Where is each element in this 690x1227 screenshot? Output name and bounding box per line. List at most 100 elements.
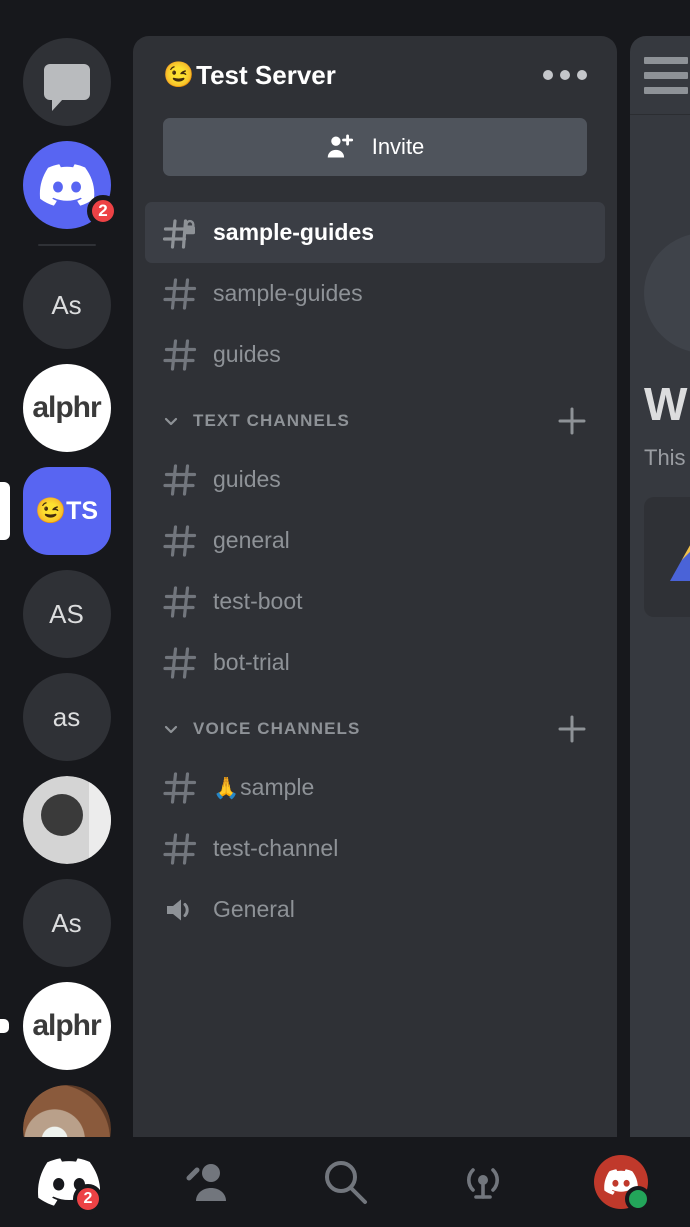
server-initials-label: alphr	[32, 1009, 101, 1042]
channel-item-General[interactable]: General	[145, 879, 605, 940]
speaker-icon	[167, 899, 189, 920]
server-initials-label: As	[51, 907, 82, 938]
hash-icon	[163, 585, 197, 618]
server-rail-item-server-alphr-1[interactable]: alphr	[0, 364, 133, 452]
server-avatar: alphr	[22, 364, 111, 452]
discord-logo-icon	[39, 164, 94, 206]
server-avatar: AS	[22, 570, 111, 658]
channel-item-bot-trial[interactable]: bot-trial	[145, 632, 605, 693]
server-rail-item-server-as-2[interactable]: AS	[0, 570, 133, 658]
nav-home[interactable]: 2	[0, 1137, 138, 1227]
server-initials-label: alphr	[32, 391, 101, 424]
mentions-icon	[467, 1168, 499, 1199]
server-rail-item-server-as-4[interactable]: As	[0, 879, 133, 967]
channel-item-sample[interactable]: 🙏sample	[145, 757, 605, 818]
search-icon	[325, 1161, 367, 1204]
hash-icon	[163, 524, 197, 558]
unread-count-badge: 2	[87, 195, 119, 227]
category-header[interactable]: TEXT CHANNELS	[145, 393, 605, 449]
category-header[interactable]: VOICE CHANNELS	[145, 701, 605, 757]
server-rail-item-server-as-1[interactable]: As	[0, 261, 133, 349]
category-label: TEXT CHANNELS	[193, 411, 350, 430]
chevron-down-icon	[164, 417, 178, 426]
channel-name-label: sample-guides	[213, 280, 363, 306]
channel-name-label: test-channel	[213, 835, 339, 861]
nav-friends[interactable]	[138, 1137, 276, 1227]
speaker-icon	[163, 893, 197, 927]
photo-avatar-icon	[22, 1085, 111, 1137]
app-stage: 2 As alphr 😉 TS AS as As alphr 😉 Test Server	[0, 0, 690, 1137]
channel-name-label: General	[213, 896, 295, 922]
server-rail-item-discord-home[interactable]: 2	[0, 141, 133, 229]
bottom-navigation-bar[interactable]: 2	[0, 1137, 690, 1227]
unread-indicator	[0, 1019, 9, 1033]
peek-body: W This	[630, 115, 690, 617]
add-channel-button[interactable]	[557, 714, 587, 744]
hash-lock-icon	[163, 218, 195, 249]
hash-icon	[163, 277, 197, 311]
hamburger-menu-icon[interactable]	[644, 56, 688, 94]
channel-item-test-channel[interactable]: test-channel	[145, 818, 605, 879]
nav-unread-badge: 2	[73, 1184, 103, 1214]
hash-icon	[163, 832, 197, 865]
invite-section: Invite	[133, 114, 617, 202]
channel-item-general[interactable]: general	[145, 510, 605, 571]
channel-name-label: general	[213, 527, 290, 553]
server-rail-item-server-as-3[interactable]: as	[0, 673, 133, 761]
server-avatar	[22, 38, 111, 126]
server-title: 😉 Test Server	[163, 60, 336, 91]
more-options-button[interactable]	[543, 70, 587, 80]
server-rail-item-server-test-server[interactable]: 😉 TS	[0, 467, 133, 555]
server-emoji-icon: 😉	[163, 60, 195, 89]
nav-search[interactable]	[276, 1137, 414, 1227]
channel-item-sample-guides[interactable]: sample-guides	[145, 202, 605, 263]
category-label: VOICE CHANNELS	[193, 719, 361, 738]
dot-icon	[560, 70, 570, 80]
server-avatar	[22, 1085, 111, 1137]
welcome-heading: W	[644, 378, 688, 430]
channel-name-label: guides	[213, 341, 281, 367]
dot-icon	[577, 70, 587, 80]
channel-name-label: guides	[213, 466, 281, 492]
server-avatar: As	[22, 261, 111, 349]
server-rail-item-server-photo[interactable]	[0, 1085, 133, 1137]
plus-icon	[558, 715, 586, 743]
server-avatar: as	[22, 673, 111, 761]
add-channel-button[interactable]	[557, 406, 587, 436]
hash-icon	[163, 463, 197, 496]
chevron-down-icon	[164, 725, 178, 734]
hash-icon	[163, 646, 197, 679]
channel-name-label: 🙏sample	[213, 774, 315, 800]
server-avatar: alphr	[22, 982, 111, 1070]
channel-content-peek[interactable]: W This	[630, 36, 690, 1137]
server-rail-item-server-alphr-2[interactable]: alphr	[0, 982, 133, 1070]
channel-item-guides[interactable]: guides	[145, 324, 605, 385]
channel-item-test-boot[interactable]: test-boot	[145, 571, 605, 632]
hash-icon	[163, 646, 197, 680]
channel-list[interactable]: sample-guides sample-guides guides TEXT CHA…	[133, 202, 617, 1137]
server-rail[interactable]: 2 As alphr 😉 TS AS as As alphr	[0, 0, 133, 1137]
server-rail-item-direct-messages[interactable]	[0, 38, 133, 126]
channel-item-sample-guides[interactable]: sample-guides	[145, 263, 605, 324]
channel-item-guides[interactable]: guides	[145, 449, 605, 510]
server-header[interactable]: 😉 Test Server	[133, 36, 617, 114]
hash-icon	[163, 277, 197, 310]
server-rail-item-server-a-logo[interactable]	[0, 776, 133, 864]
hash-icon	[163, 585, 197, 619]
server-avatar	[22, 776, 111, 864]
server-avatar: As	[22, 879, 111, 967]
invite-button[interactable]: Invite	[163, 118, 587, 176]
nav-mentions[interactable]	[414, 1137, 552, 1227]
channel-name-label: bot-trial	[213, 649, 290, 675]
hash-icon	[163, 771, 197, 805]
peek-header	[630, 36, 690, 114]
a-logo-icon	[22, 776, 111, 864]
discord-mobile-app: 2 As alphr 😉 TS AS as As alphr 😉 Test Server	[0, 0, 690, 1227]
person-add-icon	[327, 134, 353, 158]
attachment-thumbnail[interactable]	[644, 497, 690, 617]
avatar	[644, 233, 690, 353]
active-server-indicator	[0, 482, 10, 540]
nav-profile[interactable]	[552, 1137, 690, 1227]
server-name-label: Test Server	[196, 59, 336, 90]
server-initials-label: TS	[66, 496, 99, 525]
